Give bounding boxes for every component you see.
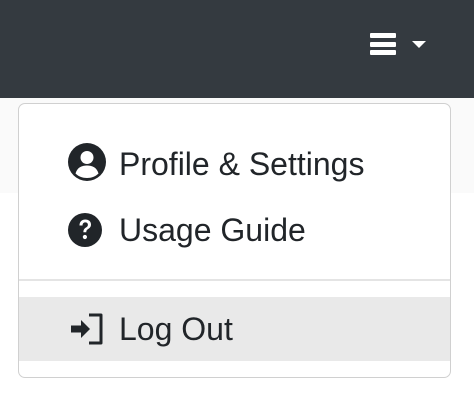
- dropdown-divider: [19, 279, 450, 281]
- hamburger-icon: [370, 33, 396, 55]
- menu-item-label: Profile & Settings: [119, 146, 365, 182]
- user-dropdown-menu: Profile & Settings Usage Guide Log Out: [18, 103, 451, 378]
- menu-item-log-out[interactable]: Log Out: [19, 297, 450, 361]
- sign-in-icon: [71, 313, 103, 345]
- menu-dropdown-toggle[interactable]: [364, 30, 434, 60]
- user-circle-icon: [68, 143, 106, 181]
- caret-down-icon: [412, 41, 426, 48]
- menu-item-profile-settings[interactable]: Profile & Settings: [19, 134, 450, 194]
- menu-item-label: Log Out: [119, 311, 233, 347]
- top-navbar: [0, 0, 474, 98]
- question-circle-icon: [68, 213, 102, 247]
- menu-item-usage-guide[interactable]: Usage Guide: [19, 200, 450, 260]
- menu-item-label: Usage Guide: [119, 212, 306, 248]
